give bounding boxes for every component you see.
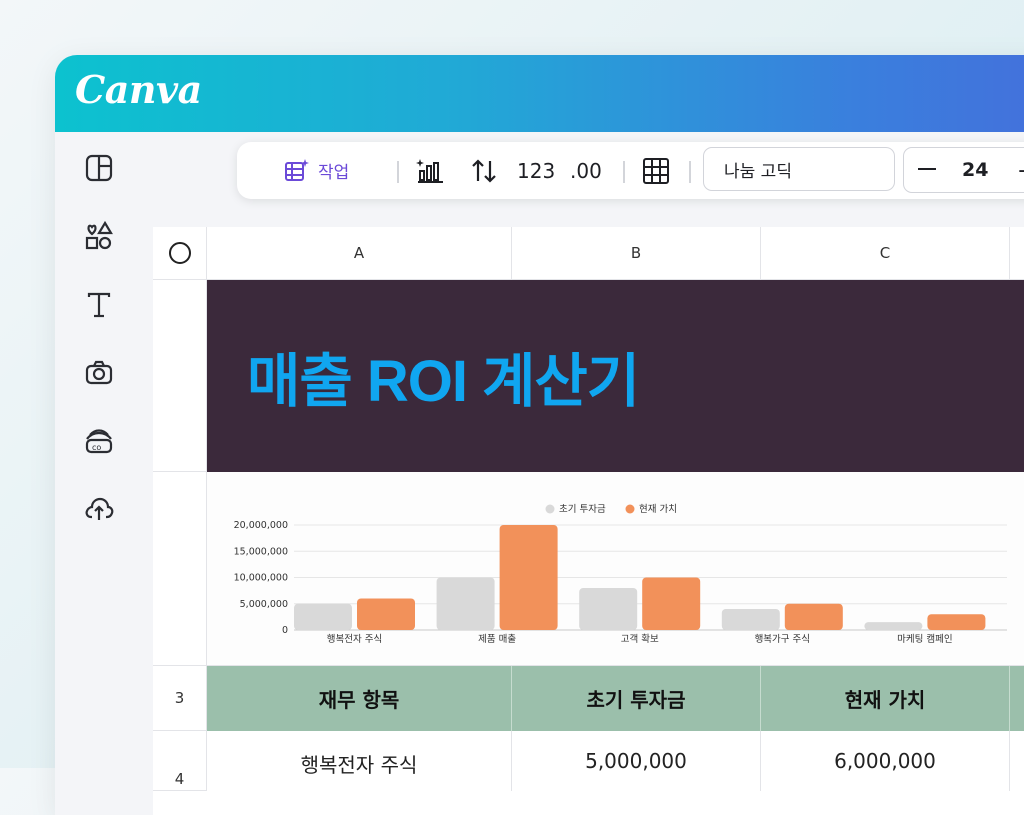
number-format-button[interactable]: 123	[517, 142, 555, 199]
bar-0-4	[864, 622, 923, 630]
bar-0-3	[721, 609, 780, 630]
toolbar-divider	[689, 161, 691, 183]
header-financial-item[interactable]: 재무 항목	[207, 666, 512, 731]
sidebar: co	[55, 132, 145, 815]
column-header-d[interactable]	[1010, 227, 1024, 280]
select-all-corner[interactable]	[153, 227, 207, 280]
y-tick-label: 0	[282, 625, 288, 636]
x-tick-label: 제품 매출	[478, 634, 516, 645]
font-size-stepper[interactable]: 24 +	[903, 147, 1024, 193]
y-tick-label: 10,000,000	[234, 573, 288, 584]
bar-0-2	[579, 588, 638, 630]
toolbar-divider	[397, 161, 399, 183]
elements-icon[interactable]	[81, 218, 117, 254]
decrease-size-button[interactable]	[918, 168, 936, 170]
increase-size-button[interactable]: +	[1017, 159, 1024, 184]
bar-1-4	[927, 614, 986, 630]
camera-icon[interactable]	[81, 355, 117, 391]
y-tick-label: 15,000,000	[234, 546, 288, 557]
svg-text:co: co	[92, 443, 101, 452]
legend-marker	[625, 504, 635, 514]
font-family-select[interactable]: 나눔 고딕	[703, 147, 895, 191]
layout-icon[interactable]	[81, 150, 117, 186]
header-initial-investment[interactable]: 초기 투자금	[512, 666, 761, 731]
chart-cell[interactable]: 0 5,000,000 10,000,000 15,000,000 20,000,000…	[207, 472, 1024, 666]
column-header-a[interactable]: A	[207, 227, 512, 280]
column-header-b[interactable]: B	[512, 227, 761, 280]
row-header-3[interactable]: 3	[153, 666, 207, 731]
toolbar-divider	[623, 161, 625, 183]
x-tick-label: 행복전자 주식	[327, 633, 382, 645]
bar-0-1	[436, 577, 495, 630]
x-tick-label: 행복가구 주식	[755, 633, 810, 645]
table-icon[interactable]	[641, 142, 671, 199]
top-bar: Canva	[55, 55, 1024, 132]
row-header-1[interactable]	[153, 280, 207, 472]
bar-1-2	[642, 577, 701, 630]
text-icon[interactable]	[81, 287, 117, 323]
y-tick-label: 5,000,000	[240, 599, 288, 610]
legend-label: 초기 투자금	[559, 504, 606, 515]
spreadsheet: A B C 3 4 매출 ROI 계산기 0 5,000,000 10,000,00…	[153, 227, 1024, 815]
x-tick-label: 마케팅 캠페인	[897, 633, 952, 645]
y-tick-label: 20,000,000	[234, 520, 288, 531]
bar-1-0	[357, 598, 415, 630]
font-family-value: 나눔 고딕	[724, 161, 792, 182]
legend-marker	[545, 504, 555, 514]
action-button[interactable]: 작업	[283, 142, 349, 199]
column-header-c[interactable]: C	[761, 227, 1010, 280]
bar-0-0	[294, 603, 352, 630]
roi-bar-chart[interactable]: 0 5,000,000 10,000,000 15,000,000 20,000,000…	[207, 472, 1024, 666]
decimal-format-button[interactable]: .00	[570, 142, 602, 199]
upload-icon[interactable]	[81, 491, 117, 527]
action-label: 작업	[318, 163, 350, 183]
sort-icon[interactable]	[469, 142, 499, 199]
cell-item[interactable]: 행복전자 주식	[207, 731, 512, 791]
row-header-4[interactable]: 4	[153, 731, 207, 791]
toolbar: 작업 123 .00 나눔 고딕 24 +	[237, 142, 1024, 199]
header-current-value[interactable]: 현재 가치	[761, 666, 1010, 731]
canva-logo[interactable]: Canva	[75, 67, 202, 112]
sheet-title: 매출 ROI 계산기	[247, 349, 640, 414]
bar-1-1	[499, 525, 558, 630]
x-tick-label: 고객 확보	[621, 633, 659, 645]
app-window: Canva co 작업 123 .00 나눔 고딕 24 A B C 3 4 매…	[55, 55, 1024, 815]
brand-icon[interactable]: co	[81, 423, 117, 459]
circle-icon	[168, 242, 191, 264]
header-extra[interactable]	[1010, 666, 1024, 731]
cell-initial[interactable]: 5,000,000	[512, 731, 761, 791]
chart-icon[interactable]	[415, 142, 445, 199]
bar-1-3	[784, 603, 843, 630]
title-cell[interactable]: 매출 ROI 계산기	[207, 280, 1024, 472]
row-header-2[interactable]	[153, 472, 207, 666]
font-size-value[interactable]: 24	[962, 159, 988, 181]
legend-label: 현재 가치	[639, 503, 677, 515]
magic-grid-icon	[285, 158, 309, 181]
cell-current[interactable]: 6,000,000	[761, 731, 1010, 791]
